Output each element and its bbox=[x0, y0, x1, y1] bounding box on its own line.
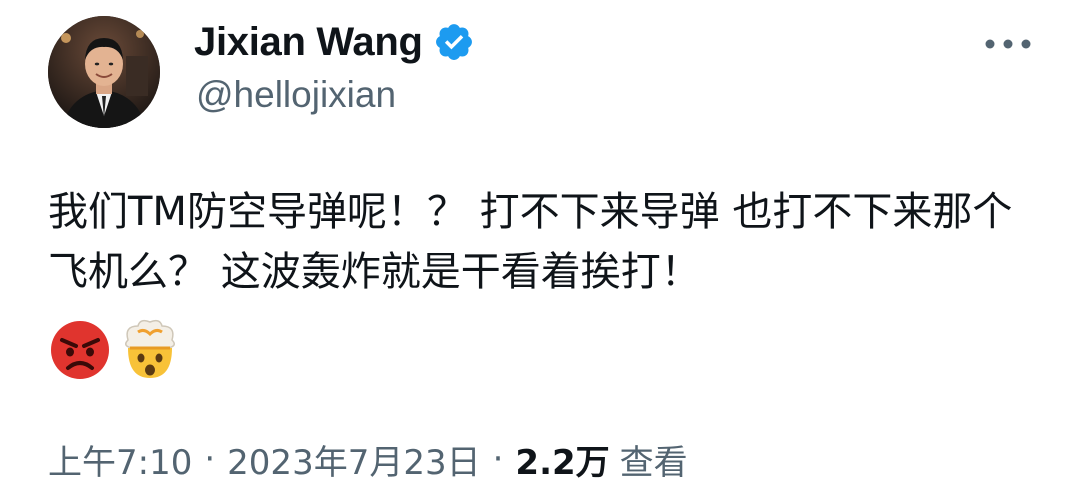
tweet-card: Jixian Wang @hellojixian 我们TM防空导弹呢！？ 打不下… bbox=[0, 0, 1080, 500]
more-options-button[interactable] bbox=[978, 26, 1038, 62]
views-label[interactable]: 查看 bbox=[620, 435, 688, 484]
tweet-meta: 上午7:10 · 2023年7月23日 · 2.2万 查看 bbox=[48, 434, 688, 484]
tweet-emojis bbox=[48, 318, 182, 382]
tweet-text: 我们TM防空导弹呢！？ 打不下来导弹 也打不下来那个飞机么？ 这波轰炸就是干看着… bbox=[48, 189, 1013, 295]
pouting-face-emoji bbox=[48, 318, 112, 382]
meta-separator: · bbox=[204, 439, 216, 479]
more-horizontal-icon bbox=[984, 35, 1032, 54]
avatar[interactable] bbox=[48, 16, 160, 128]
author-display-name[interactable]: Jixian Wang bbox=[194, 20, 423, 65]
author-name-row[interactable]: Jixian Wang bbox=[194, 16, 475, 68]
author-handle[interactable]: @hellojixian bbox=[196, 74, 396, 116]
meta-separator: · bbox=[492, 439, 504, 479]
exploding-head-emoji bbox=[118, 318, 182, 382]
tweet-date[interactable]: 2023年7月23日 bbox=[227, 435, 480, 484]
views-count[interactable]: 2.2万 bbox=[515, 435, 609, 484]
verified-badge-icon bbox=[433, 21, 475, 63]
tweet-time[interactable]: 上午7:10 bbox=[48, 435, 192, 484]
